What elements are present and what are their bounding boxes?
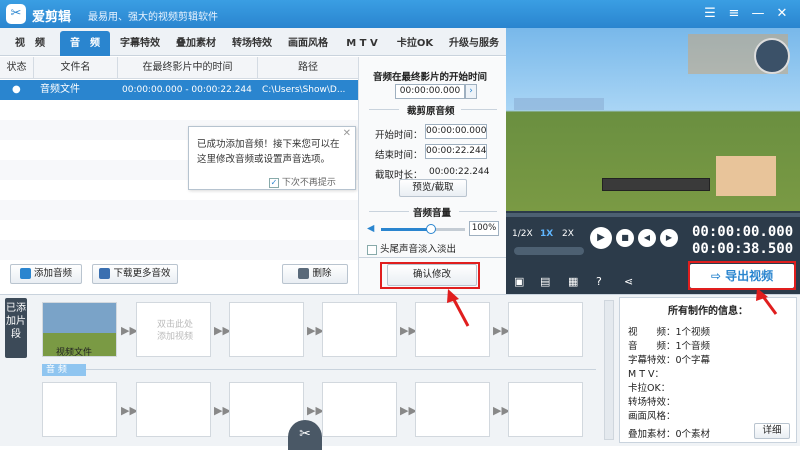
annotation-arrows [447,288,778,327]
arrow-to-export [756,288,778,315]
arrow-to-confirm [447,289,470,327]
